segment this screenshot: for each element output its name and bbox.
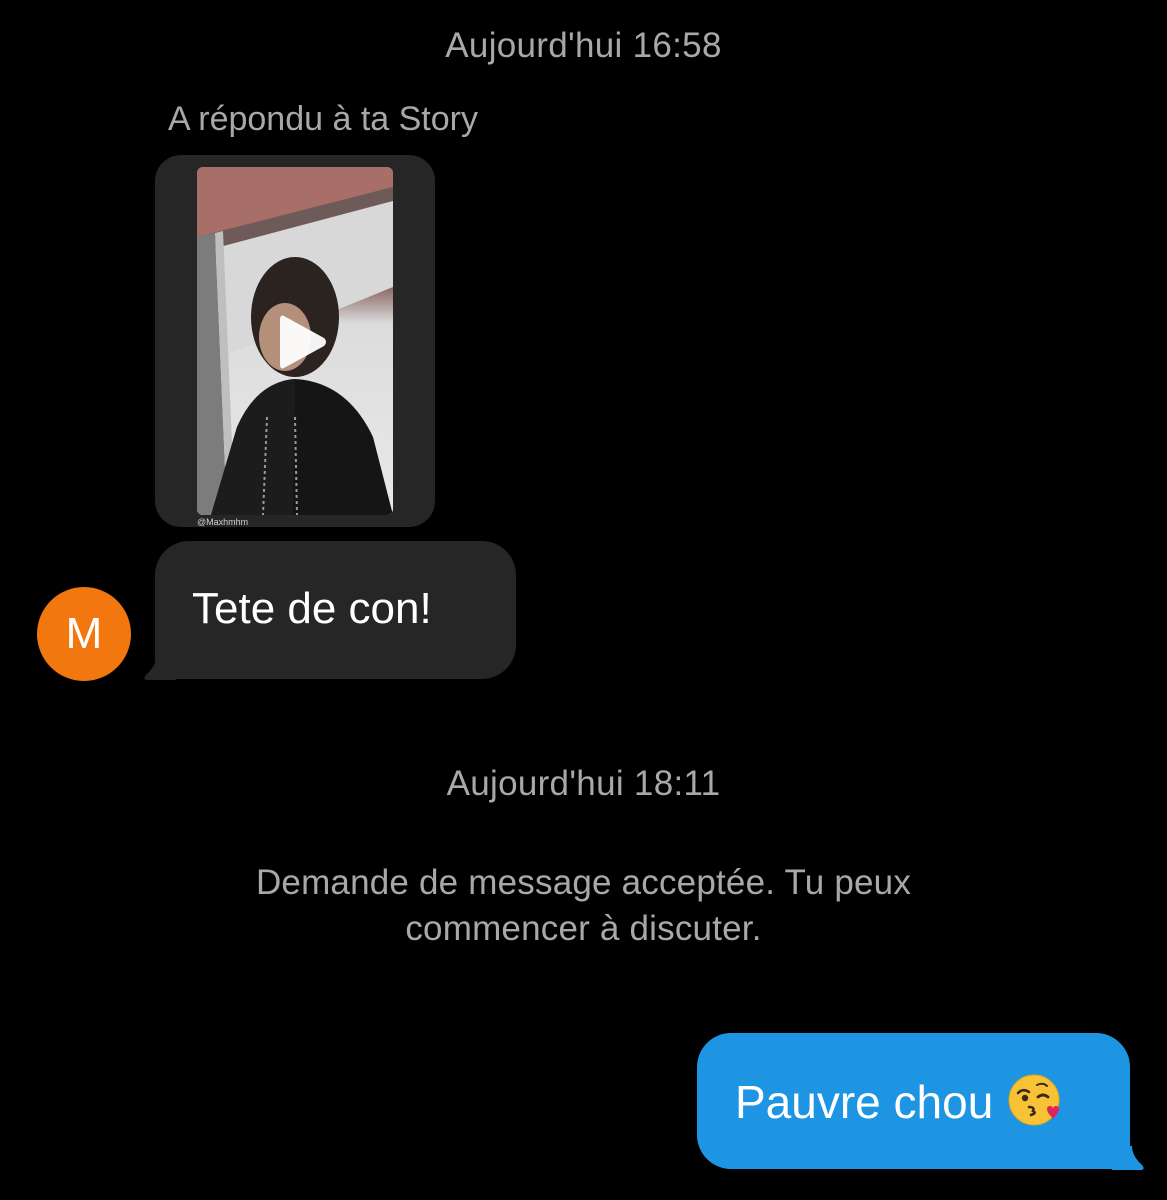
- story-credit: @Maxhmhm: [197, 517, 249, 527]
- kissing-heart-emoji-icon: [1008, 1074, 1060, 1126]
- timestamp-label: Aujourd'hui 18:11: [446, 764, 721, 803]
- system-message-line: commencer à discuter.: [405, 909, 762, 948]
- outgoing-message-label: Pauvre chou: [735, 1076, 994, 1128]
- play-icon[interactable]: [268, 310, 332, 374]
- timestamp: Aujourd'hui 18:11: [0, 764, 1167, 804]
- timestamp: Aujourd'hui 16:58: [0, 26, 1167, 66]
- avatar[interactable]: M: [37, 587, 131, 681]
- outgoing-message-bubble[interactable]: Pauvre chou: [697, 1033, 1130, 1169]
- story-reply-label: A répondu à ta Story: [168, 100, 478, 138]
- incoming-message-bubble[interactable]: Tete de con!: [155, 541, 516, 679]
- outgoing-message-text: Pauvre chou: [735, 1074, 1061, 1133]
- system-message-line: Demande de message acceptée. Tu peux: [255, 863, 912, 902]
- timestamp-label: Aujourd'hui 16:58: [445, 26, 722, 65]
- incoming-message-text: Tete de con!: [192, 584, 432, 633]
- system-message: Demande de message acceptée. Tu peux com…: [0, 860, 1167, 952]
